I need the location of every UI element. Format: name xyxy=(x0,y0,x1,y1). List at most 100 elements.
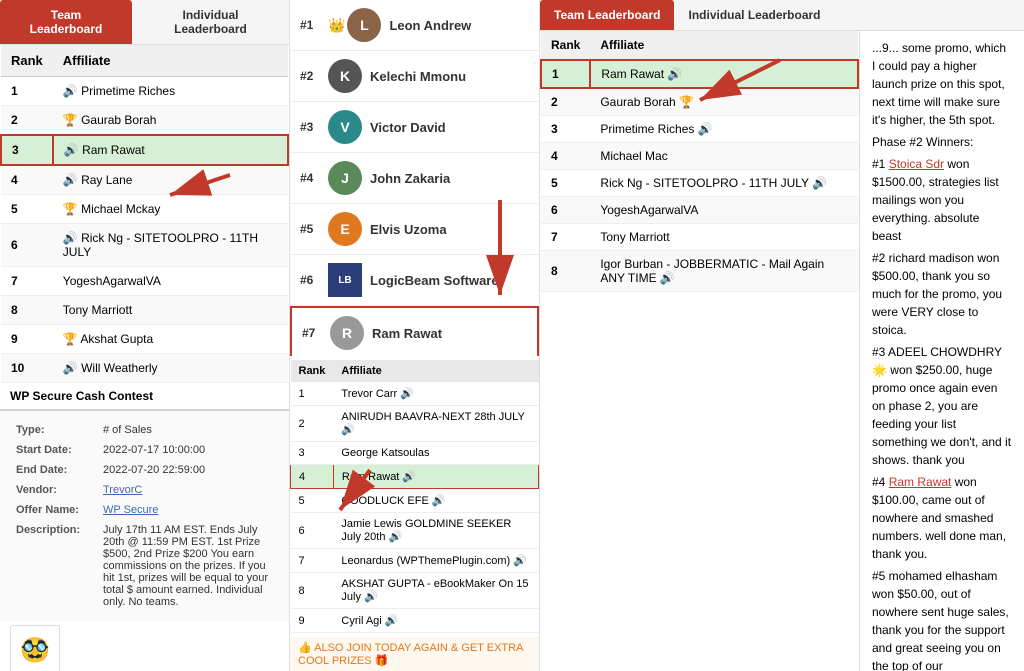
left-table-row: 9 🏆 Akshat Gupta xyxy=(1,325,288,354)
avatar: J xyxy=(328,161,362,195)
contest-row: End Date:2022-07-20 22:59:00 xyxy=(12,461,277,479)
sub-affiliate-cell: Leonardus (WPThemePlugin.com) 🔊 xyxy=(333,549,538,573)
contest-label: Description: xyxy=(12,521,97,611)
right-rank-cell: 6 xyxy=(541,197,590,224)
person-name: LogicBeam Software xyxy=(370,273,499,288)
right-tab-bar: Team Leaderboard Individual Leaderboard xyxy=(540,0,1024,31)
contest-value: TrevorC xyxy=(99,481,277,499)
crown-icon: 👑 xyxy=(328,17,345,34)
affiliate-cell: 🏆 Michael Mckay xyxy=(53,195,288,224)
right-table-row: 5 Rick Ng - SITETOOLPRO - 11TH JULY 🔊 xyxy=(541,170,858,197)
sub-table-row: 1 Trevor Carr 🔊 xyxy=(291,382,539,406)
right-table-row: 4 Michael Mac xyxy=(541,143,858,170)
sub-rank-cell: 8 xyxy=(291,573,334,609)
right-affiliate-cell: Gaurab Borah 🏆 xyxy=(590,88,858,116)
contest-label: End Date: xyxy=(12,461,97,479)
contest-label: Offer Name: xyxy=(12,501,97,519)
rank-cell: 6 xyxy=(1,224,53,267)
sub-rank-cell: 9 xyxy=(291,609,334,633)
logo-avatar: LB xyxy=(328,263,362,297)
right-affiliate-cell: Igor Burban - JOBBERMATIC - Mail Again A… xyxy=(590,251,858,292)
sub-rank-cell: 3 xyxy=(291,442,334,465)
contest-row: Vendor: TrevorC xyxy=(12,481,277,499)
avatar: L xyxy=(347,8,381,42)
sub-table-row: 3 George Katsoulas xyxy=(291,442,539,465)
sub-table-row: 7 Leonardus (WPThemePlugin.com) 🔊 xyxy=(291,549,539,573)
sub-affiliate-cell: GOODLUCK EFE 🔊 xyxy=(333,489,538,513)
rank-cell: 10 xyxy=(1,354,53,383)
left-table-row: 7 YogeshAgarwalVA xyxy=(1,267,288,296)
left-contest-section: WP Secure Cash Contest Type:# of SalesSt… xyxy=(0,383,289,671)
left-table-row: 4 🔊 Ray Lane xyxy=(1,165,288,195)
rank-badge: #3 xyxy=(300,120,328,134)
left-tab-team[interactable]: Team Leaderboard xyxy=(0,0,132,44)
left-tab-individual[interactable]: Individual Leaderboard xyxy=(132,0,289,44)
rank-cell: 1 xyxy=(1,77,53,106)
right-rank-cell: 4 xyxy=(541,143,590,170)
right-rank-cell: 1 xyxy=(541,60,590,88)
right-affiliate-cell: Michael Mac xyxy=(590,143,858,170)
avatar: V xyxy=(328,110,362,144)
contest-value: # of Sales xyxy=(99,421,277,439)
sub-rank-cell: 4 xyxy=(291,465,334,489)
right-text-paragraph: ...9... some promo, which I could pay a … xyxy=(872,39,1012,129)
right-rank-cell: 7 xyxy=(541,224,590,251)
right-tab-individual[interactable]: Individual Leaderboard xyxy=(674,0,834,30)
middle-list-item: #1 👑 L Leon Andrew xyxy=(290,0,539,51)
right-col-affiliate: Affiliate xyxy=(590,31,858,60)
sub-affiliate-cell: Cyril Agi 🔊 xyxy=(333,609,538,633)
right-panel: Team Leaderboard Individual Leaderboard … xyxy=(540,0,1024,671)
contest-link[interactable]: TrevorC xyxy=(103,484,142,496)
main-container: Team Leaderboard Individual Leaderboard … xyxy=(0,0,1024,671)
contest-link[interactable]: WP Secure xyxy=(103,504,158,516)
left-panel: Team Leaderboard Individual Leaderboard … xyxy=(0,0,290,671)
affiliate-cell: YogeshAgarwalVA xyxy=(53,267,288,296)
right-text-paragraph: #3 ADEEL CHOWDHRY 🌟 won $250.00, huge pr… xyxy=(872,343,1012,469)
rank-cell: 3 xyxy=(1,135,53,165)
right-leaderboard: Rank Affiliate 1 Ram Rawat 🔊 2 Gaurab Bo… xyxy=(540,31,860,671)
right-affiliate-cell: Tony Marriott xyxy=(590,224,858,251)
rank-cell: 9 xyxy=(1,325,53,354)
sub-table-row: 2 ANIRUDH BAAVRA-NEXT 28th JULY 🔊 xyxy=(291,406,539,442)
affiliate-cell: 🔊 Ray Lane xyxy=(53,165,288,195)
right-tab-team[interactable]: Team Leaderboard xyxy=(540,0,674,30)
sub-col-rank: Rank xyxy=(291,360,334,382)
winner-link[interactable]: Stoica Sdr xyxy=(889,157,944,171)
also-join-banner: 👍 ALSO JOIN TODAY AGAIN & GET EXTRA COOL… xyxy=(290,637,539,671)
middle-list-item: #7 R Ram Rawat xyxy=(290,306,539,356)
right-text-content: ...9... some promo, which I could pay a … xyxy=(860,31,1024,671)
person-name: John Zakaria xyxy=(370,171,450,186)
right-rank-cell: 8 xyxy=(541,251,590,292)
sub-table-wrapper: Rank Affiliate 1 Trevor Carr 🔊 2 ANIRUDH… xyxy=(290,356,539,637)
contest-value: July 17th 11 AM EST. Ends July 20th @ 11… xyxy=(99,521,277,611)
right-table-row: 2 Gaurab Borah 🏆 xyxy=(541,88,858,116)
rank-cell: 5 xyxy=(1,195,53,224)
sub-rank-cell: 5 xyxy=(291,489,334,513)
rank-cell: 2 xyxy=(1,106,53,136)
affiliate-cell: 🔊 Rick Ng - SITETOOLPRO - 11TH JULY xyxy=(53,224,288,267)
right-table-row: 7 Tony Marriott xyxy=(541,224,858,251)
middle-list-item: #3 V Victor David xyxy=(290,102,539,153)
left-table-row: 2 🏆 Gaurab Borah xyxy=(1,106,288,136)
rank-badge: #5 xyxy=(300,222,328,236)
affiliate-cell: 🏆 Gaurab Borah xyxy=(53,106,288,136)
middle-list-item: #2 K Kelechi Mmonu xyxy=(290,51,539,102)
contest-label: Start Date: xyxy=(12,441,97,459)
contest-value: WP Secure xyxy=(99,501,277,519)
right-affiliate-cell: Ram Rawat 🔊 xyxy=(590,60,858,88)
person-name: Kelechi Mmonu xyxy=(370,69,466,84)
right-table-section: Rank Affiliate 1 Ram Rawat 🔊 2 Gaurab Bo… xyxy=(540,31,1024,671)
avatar: K xyxy=(328,59,362,93)
middle-list: #1 👑 L Leon Andrew #2 K Kelechi Mmonu #3… xyxy=(290,0,539,356)
sub-affiliate-cell: AKSHAT GUPTA - eBookMaker On 15 July 🔊 xyxy=(333,573,538,609)
left-col-rank: Rank xyxy=(1,45,53,77)
mustache-logo: 🥸 xyxy=(10,625,60,671)
sub-rank-cell: 6 xyxy=(291,513,334,549)
affiliate-cell: 🔊 Will Weatherly xyxy=(53,354,288,383)
right-top: Team Leaderboard Individual Leaderboard … xyxy=(540,0,1024,671)
sub-affiliate-cell: George Katsoulas xyxy=(333,442,538,465)
sub-table-row: 5 GOODLUCK EFE 🔊 xyxy=(291,489,539,513)
contest-label: Vendor: xyxy=(12,481,97,499)
winner-link[interactable]: Ram Rawat xyxy=(889,475,952,489)
right-rank-cell: 2 xyxy=(541,88,590,116)
